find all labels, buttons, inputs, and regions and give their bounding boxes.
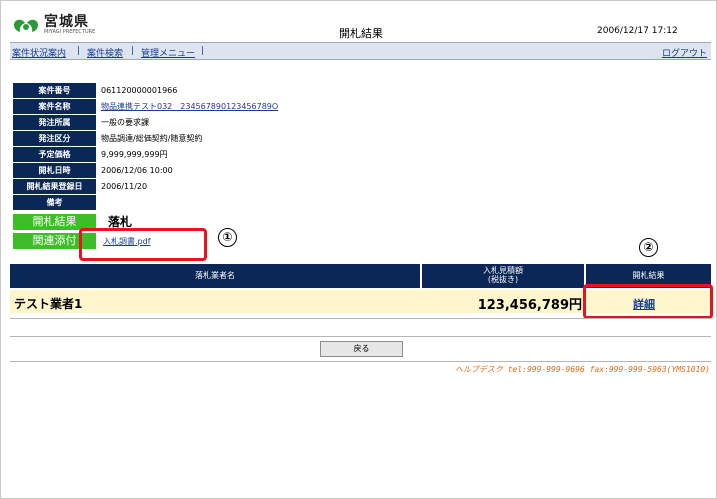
helpdesk-contact: ヘルプデスク tel:999-999-9696 fax:999-999-5963… bbox=[454, 365, 710, 374]
header-winning-bidder-label: 落札業者名 bbox=[195, 270, 235, 280]
annotation-number-one: ① bbox=[218, 228, 237, 247]
label-opening-datetime: 開札日時 bbox=[13, 163, 96, 178]
divider bbox=[10, 336, 711, 337]
divider bbox=[10, 318, 711, 319]
annotation-box-attachment bbox=[79, 228, 207, 261]
current-datetime: 2006/12/17 17:12 bbox=[597, 26, 678, 36]
label-case-name: 案件名称 bbox=[13, 99, 96, 114]
logo-title: 宮城県 bbox=[44, 14, 89, 30]
divider bbox=[10, 361, 711, 362]
annotation-number-two: ② bbox=[639, 238, 658, 257]
nav-separator: | bbox=[77, 46, 81, 56]
logo-subtitle: MIYAGI PREFECTURE bbox=[44, 29, 96, 35]
annotation-box-detail bbox=[583, 284, 713, 319]
value-result-registered-date: 2006/11/20 bbox=[101, 182, 148, 191]
value-order-category: 物品調達/総価契約/随意契約 bbox=[101, 134, 203, 143]
nav-case-search[interactable]: 案件検索 bbox=[87, 46, 123, 59]
label-ordering-dept: 発注所属 bbox=[13, 115, 96, 130]
header-winning-bidder: 落札業者名 bbox=[10, 264, 420, 288]
nav-separator: | bbox=[201, 46, 205, 56]
value-case-number: 061120000001966 bbox=[101, 86, 178, 95]
cell-bidder-name: テスト業者1 bbox=[14, 297, 83, 311]
label-result-registered-date: 開札結果登録日 bbox=[13, 179, 96, 194]
label-case-number: 案件番号 bbox=[13, 83, 96, 98]
label-planned-price: 予定価格 bbox=[13, 147, 96, 162]
nav-bar: 案件状況案内 | 案件検索 | 管理メニュー | ログアウト bbox=[10, 42, 711, 60]
nav-separator: | bbox=[131, 46, 135, 56]
value-opening-datetime: 2006/12/06 10:00 bbox=[101, 166, 173, 175]
value-case-name-link[interactable]: 物品連携テスト032__234567890123456789O bbox=[101, 99, 278, 114]
label-order-category: 発注区分 bbox=[13, 131, 96, 146]
nav-case-status[interactable]: 案件状況案内 bbox=[12, 46, 66, 59]
header-bid-amount-line2: (税抜き) bbox=[487, 275, 519, 284]
nav-admin-menu[interactable]: 管理メニュー bbox=[141, 46, 195, 59]
header-opening-result-label: 開札結果 bbox=[632, 270, 665, 280]
page-title: 開札結果 bbox=[339, 27, 383, 40]
prefecture-logo: 宮城県 MIYAGI PREFECTURE bbox=[12, 14, 95, 36]
value-ordering-dept: 一般の要求課 bbox=[101, 118, 149, 127]
back-button[interactable]: 戻る bbox=[320, 341, 403, 357]
prefecture-emblem-icon bbox=[14, 19, 38, 32]
cell-bid-amount: 123,456,789円 bbox=[477, 298, 582, 313]
value-planned-price: 9,999,999,999円 bbox=[101, 150, 168, 159]
header-bid-amount: 入札見積額 (税抜き) bbox=[422, 264, 584, 288]
label-remarks: 備考 bbox=[13, 195, 96, 210]
logout-link[interactable]: ログアウト bbox=[662, 46, 707, 59]
